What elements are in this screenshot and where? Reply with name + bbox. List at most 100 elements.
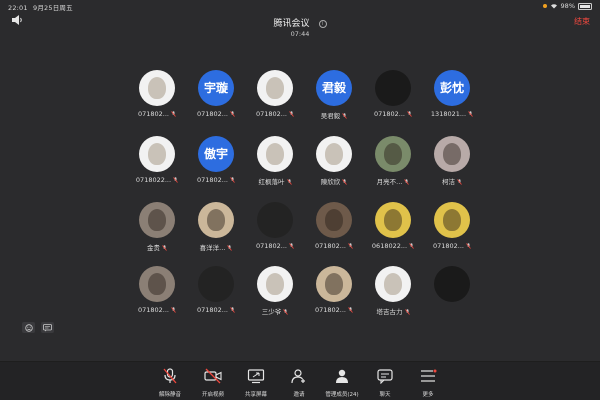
- participant-name: 071802...: [314, 306, 346, 314]
- avatar-portrait: [325, 209, 343, 231]
- participant-tile[interactable]: 金贵: [128, 202, 186, 252]
- meeting-elapsed-time: 07:44: [290, 30, 310, 38]
- participant-tile[interactable]: 陳欣欣: [305, 136, 363, 186]
- unmute-label: 解除静音: [158, 392, 181, 398]
- participant-name-row: 071802...: [187, 176, 245, 184]
- participant-name-row: 月亮不...: [364, 176, 422, 186]
- participant-tile[interactable]: 071802...: [423, 202, 481, 250]
- participant-name: 月亮不...: [376, 178, 403, 186]
- avatar: [375, 202, 411, 238]
- more-button[interactable]: 更多: [405, 368, 451, 398]
- participant-tile[interactable]: 喜洋洋...: [187, 202, 245, 252]
- share-screen-icon: [247, 369, 265, 384]
- end-meeting-button[interactable]: 结束: [574, 16, 590, 27]
- participant-name: 1318021...: [430, 110, 467, 118]
- chat-icon: [377, 369, 393, 385]
- unmute-button[interactable]: 解除静音: [147, 368, 193, 398]
- participant-name-row: 071802...: [187, 110, 245, 118]
- participant-name-row: 柯洁: [423, 176, 481, 186]
- avatar: [257, 70, 293, 106]
- participant-name-row: 071802...: [364, 110, 422, 118]
- participant-tile[interactable]: 0718022...: [128, 136, 186, 184]
- start-video-label: 开启视频: [201, 392, 224, 398]
- avatar-portrait: [148, 77, 166, 99]
- avatar: [434, 266, 470, 302]
- participant-name: 071802...: [137, 306, 169, 314]
- participant-name: 071802...: [314, 242, 346, 250]
- participant-name-row: 陳欣欣: [305, 176, 363, 186]
- participant-name: 陳欣欣: [320, 178, 341, 186]
- participant-name-row: 塔吉古力: [364, 306, 422, 316]
- mic-muted-icon: [289, 111, 294, 117]
- avatar-portrait: [148, 209, 166, 231]
- participant-name-row: 吴君毅: [305, 110, 363, 120]
- chat-bubble-button[interactable]: [41, 322, 54, 333]
- participant-tile[interactable]: 071802...: [128, 70, 186, 118]
- meeting-header: 腾讯会议 i 07:44 结束: [0, 11, 600, 38]
- avatar: [198, 266, 234, 302]
- participant-tile[interactable]: 071802...: [128, 266, 186, 314]
- participant-tile[interactable]: 红枫落叶: [246, 136, 304, 186]
- participant-tile[interactable]: 柯洁: [423, 136, 481, 186]
- avatar: [434, 136, 470, 172]
- avatar: [316, 136, 352, 172]
- mic-muted-icon: [348, 243, 353, 249]
- participant-tile[interactable]: 071802...: [305, 266, 363, 314]
- participant-tile[interactable]: 彭忱 1318021...: [423, 70, 481, 118]
- mic-muted-icon: [466, 243, 471, 249]
- participant-tile[interactable]: 071802...: [187, 266, 245, 314]
- bottom-toolbar: 解除静音 开启视频 共享屏幕 邀请 管理成员(24) 聊天 更多: [0, 361, 600, 400]
- mic-muted-icon: [289, 243, 294, 249]
- participant-tile[interactable]: 月亮不...: [364, 136, 422, 186]
- participant-tile[interactable]: 君毅 吴君毅: [305, 70, 363, 120]
- start-video-button[interactable]: 开启视频: [190, 368, 236, 398]
- participant-name: 071802...: [196, 110, 228, 118]
- avatar-portrait: [325, 143, 343, 165]
- manage-members-button[interactable]: 管理成员(24): [319, 368, 365, 398]
- chat-button[interactable]: 聊天: [362, 368, 408, 398]
- manage-members-label: 管理成员(24): [325, 392, 359, 398]
- participant-tile[interactable]: 塔吉古力: [364, 266, 422, 316]
- participant-tile[interactable]: 宇璇 071802...: [187, 70, 245, 118]
- participant-name-row: 071802...: [246, 110, 304, 118]
- mic-muted-icon: [348, 307, 353, 313]
- participant-tile[interactable]: 071802...: [364, 70, 422, 118]
- participant-tile[interactable]: [423, 266, 481, 306]
- avatar-portrait: [384, 209, 402, 231]
- participant-tile[interactable]: 071802...: [246, 70, 304, 118]
- members-icon: [336, 369, 348, 383]
- avatar: [257, 202, 293, 238]
- mic-active-indicator-icon: [542, 4, 547, 8]
- participant-name: 金贵: [147, 244, 160, 252]
- mic-muted-icon: [227, 245, 233, 251]
- battery-icon: [578, 2, 592, 10]
- participant-name-row: 0718022...: [128, 176, 186, 184]
- mic-muted-icon: [173, 177, 178, 183]
- mic-muted-icon: [230, 111, 235, 117]
- participant-tile[interactable]: 071802...: [305, 202, 363, 250]
- mic-muted-icon: [230, 177, 235, 183]
- emoji-button[interactable]: [22, 322, 35, 333]
- info-icon[interactable]: i: [318, 20, 327, 28]
- participant-tile[interactable]: 0618022...: [364, 202, 422, 250]
- participant-tile[interactable]: 三少爷: [246, 266, 304, 316]
- participant-name: 071802...: [255, 110, 287, 118]
- smile-icon: [24, 323, 33, 332]
- participant-name-row: 071802...: [187, 306, 245, 314]
- invite-button[interactable]: 邀请: [276, 368, 322, 398]
- avatar: [257, 266, 293, 302]
- participant-name-row: 金贵: [128, 242, 186, 252]
- avatar: 宇璇: [198, 70, 234, 106]
- add-person-icon: [291, 369, 305, 384]
- share-screen-button[interactable]: 共享屏幕: [233, 368, 279, 398]
- participant-tile[interactable]: 071802...: [246, 202, 304, 250]
- participant-name: 0618022...: [371, 242, 408, 250]
- participant-tile[interactable]: 傲宇 071802...: [187, 136, 245, 184]
- mic-muted-icon: [230, 307, 235, 313]
- more-label: 更多: [422, 392, 434, 398]
- participant-name: 0718022...: [135, 176, 172, 184]
- more-menu-icon: [421, 369, 437, 382]
- mic-muted-icon: [162, 245, 167, 251]
- participant-name-row: 1318021...: [423, 110, 481, 118]
- participant-name: 塔吉古力: [376, 308, 403, 316]
